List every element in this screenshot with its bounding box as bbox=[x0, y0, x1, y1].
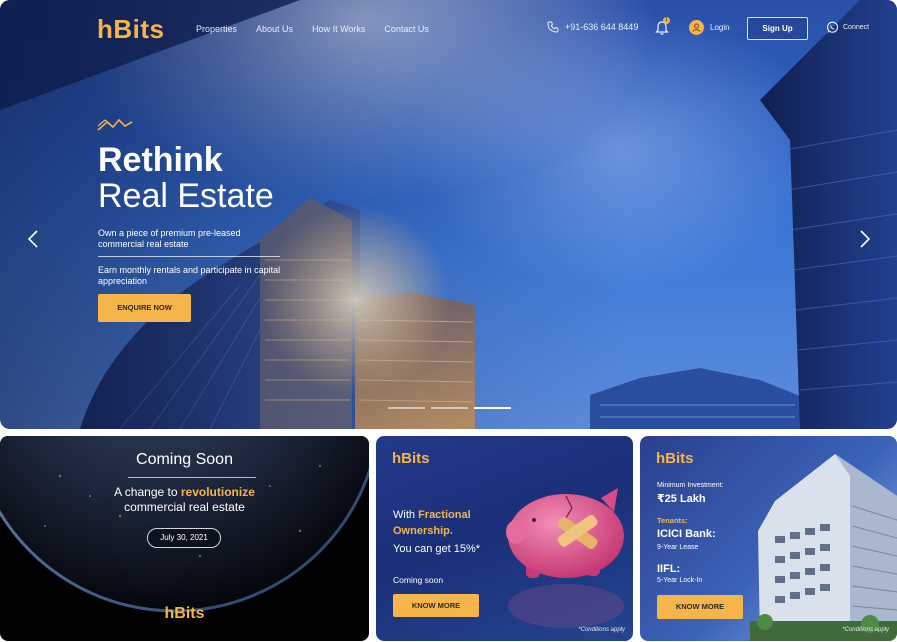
notification-badge: 1 bbox=[663, 17, 670, 24]
fractional-return-text: You can get 15%* bbox=[393, 543, 481, 555]
main-menu: Properties About Us How It Works Contact… bbox=[196, 24, 429, 34]
investment-property-card[interactable]: hBits Minimum Investment: ₹25 Lakh Tenan… bbox=[640, 436, 897, 641]
hero-subtitle-2: Earn monthly rentals and participate in … bbox=[98, 265, 281, 286]
carousel-dot-2[interactable] bbox=[431, 407, 468, 409]
connect-label: Connect bbox=[843, 24, 870, 31]
hero-subtitle-1: Own a piece of premium pre-leased commer… bbox=[98, 228, 241, 249]
phone-link[interactable]: +91-636 644 8449 bbox=[547, 21, 638, 33]
tenant-icici-lease: 9-Year Lease bbox=[657, 544, 699, 551]
enquire-now-button[interactable]: ENQUIRE NOW bbox=[98, 294, 191, 322]
mountain-logo-icon bbox=[97, 118, 133, 131]
know-more-button[interactable]: KNOW MORE bbox=[657, 595, 743, 619]
coming-soon-divider bbox=[128, 477, 256, 478]
whatsapp-connect-link[interactable]: Connect bbox=[826, 21, 869, 34]
fractional-ownership-card[interactable]: hBits With Fractional Ownership. You can… bbox=[376, 436, 633, 641]
conditions-note: *Conditions apply bbox=[578, 627, 625, 633]
know-more-button[interactable]: KNOW MORE bbox=[393, 594, 479, 617]
launch-date-badge: July 30, 2021 bbox=[147, 528, 221, 548]
user-avatar-icon bbox=[689, 20, 704, 35]
nav-item-contact-us[interactable]: Contact Us bbox=[384, 24, 429, 34]
tenant-iifl-name: IIFL: bbox=[657, 563, 681, 575]
hero-banner: hBits Properties About Us How It Works C… bbox=[0, 0, 897, 429]
hbits-logo: hBits bbox=[164, 605, 205, 622]
carousel-next-icon[interactable] bbox=[859, 229, 871, 249]
nav-item-how-it-works[interactable]: How It Works bbox=[312, 24, 365, 34]
carousel-dot-1[interactable] bbox=[388, 407, 425, 409]
whatsapp-icon bbox=[826, 21, 839, 33]
coming-soon-line2: commercial real estate bbox=[124, 500, 245, 514]
tenant-iifl-lockin: 5-Year Lock-In bbox=[657, 577, 703, 584]
hero-title-line2: Real Estate bbox=[98, 177, 274, 215]
conditions-note: *Conditions apply bbox=[842, 627, 889, 633]
min-investment-value: ₹25 Lakh bbox=[657, 493, 706, 505]
coming-soon-title: Coming Soon bbox=[136, 451, 233, 468]
top-navigation: hBits Properties About Us How It Works C… bbox=[0, 0, 897, 60]
carousel-dot-3[interactable] bbox=[474, 407, 511, 409]
tenant-icici-name: ICICI Bank: bbox=[657, 528, 716, 540]
tenants-label: Tenants: bbox=[657, 516, 688, 525]
login-button[interactable]: Login bbox=[689, 20, 730, 35]
login-label: Login bbox=[710, 23, 730, 32]
signup-button[interactable]: Sign Up bbox=[747, 17, 808, 40]
fractional-line2: Ownership. bbox=[393, 525, 453, 537]
min-investment-label: Minimum Investment: bbox=[657, 482, 724, 489]
hbits-logo[interactable]: hBits bbox=[97, 14, 165, 45]
hbits-logo: hBits bbox=[392, 450, 430, 467]
nav-item-properties[interactable]: Properties bbox=[196, 24, 237, 34]
coming-soon-line1: A change to revolutionize bbox=[114, 485, 255, 499]
phone-icon bbox=[547, 21, 559, 33]
coming-soon-label: Coming soon bbox=[393, 575, 444, 585]
carousel-prev-icon[interactable] bbox=[27, 229, 39, 249]
fractional-line1: With Fractional bbox=[393, 509, 471, 521]
hbits-logo: hBits bbox=[656, 450, 694, 467]
carousel-indicators bbox=[388, 407, 511, 409]
phone-number: +91-636 644 8449 bbox=[565, 22, 639, 32]
hero-divider bbox=[98, 256, 280, 257]
nav-item-about-us[interactable]: About Us bbox=[256, 24, 293, 34]
hero-title-line1: Rethink bbox=[98, 141, 223, 179]
coming-soon-card[interactable]: Coming Soon A change to revolutionize co… bbox=[0, 436, 369, 641]
